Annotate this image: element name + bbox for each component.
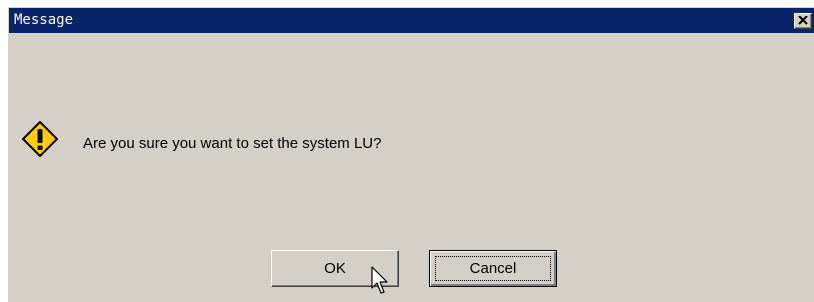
cancel-button-label: Cancel	[469, 260, 517, 277]
close-button[interactable]	[794, 13, 812, 29]
ok-button-label: OK	[324, 260, 346, 277]
close-icon	[798, 16, 808, 25]
warning-icon	[22, 121, 58, 157]
title-bar[interactable]: Message	[9, 8, 814, 33]
mouse-pointer-icon	[371, 266, 388, 294]
dialog-title: Message	[14, 12, 74, 28]
cancel-button[interactable]: Cancel	[429, 250, 557, 287]
message-text: Are you sure you want to set the system …	[83, 135, 382, 152]
message-dialog: Message Are you sure you want to set the…	[8, 7, 814, 302]
